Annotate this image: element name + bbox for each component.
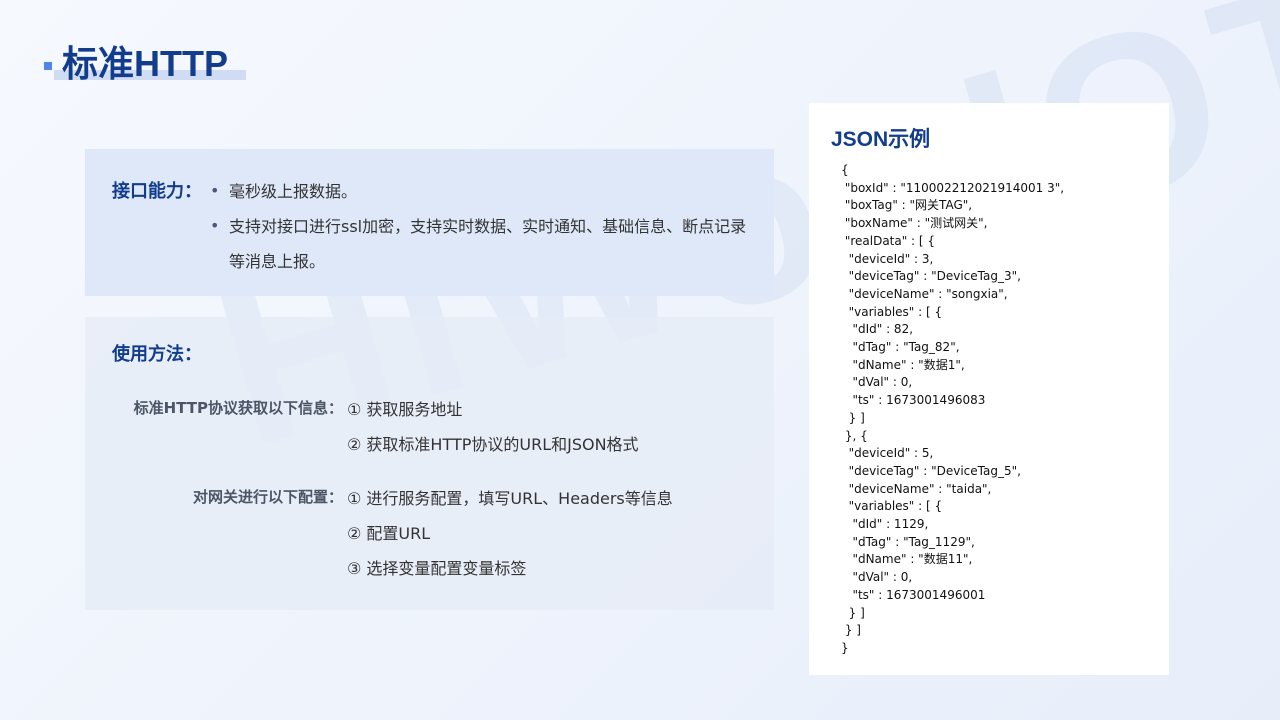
capability-panel: 接口能力： • 毫秒级上报数据。 • 支持对接口进行ssl加密，支持实时数据、实… [85,149,774,296]
usage-step: ② 配置URL [347,524,431,543]
usage-group-label: 对网关进行以下配置： [192,488,343,506]
usage-group-label: 标准HTTP协议获取以下信息： [133,399,343,417]
bullet-dot-icon: • [210,181,220,200]
bullet-dot-icon: • [210,216,220,235]
page-title: 标准HTTP [62,43,228,84]
usage-step: ② 获取标准HTTP协议的URL和JSON格式 [347,435,639,454]
usage-step: ③ 选择变量配置变量标签 [347,559,527,578]
capability-item-text: 毫秒级上报数据。 [229,182,358,201]
usage-label: 使用方法： [112,344,202,365]
usage-step: ① 获取服务地址 [347,400,463,419]
capability-item-text: 支持对接口进行ssl加密，支持实时数据、实时通知、基础信息、断点记录等消息上报。 [229,217,747,271]
usage-step: ① 进行服务配置，填写URL、Headers等信息 [347,489,673,508]
capability-label: 接口能力： [112,181,202,202]
usage-panel: 使用方法： 标准HTTP协议获取以下信息： ① 获取服务地址 ② 获取标准HTT… [85,317,774,610]
json-example-title: JSON示例 [831,128,931,151]
json-code-block: { "boxId" : "110002212021914001 3", "box… [841,163,1065,655]
title-marker-square [44,62,52,70]
json-example-card: JSON示例 { "boxId" : "110002212021914001 3… [809,103,1169,675]
